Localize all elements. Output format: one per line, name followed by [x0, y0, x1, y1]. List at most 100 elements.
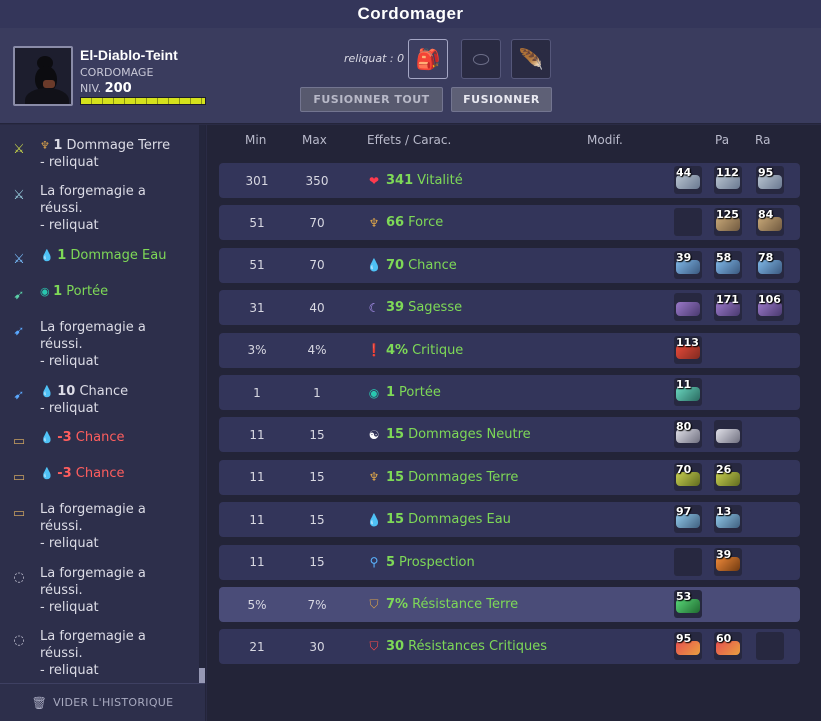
effect-cell: ⛉ 7% Résistance Terre — [366, 587, 518, 622]
table-row[interactable]: 31 40 ☾ 39 Sagesse 171 106 — [219, 290, 800, 326]
rune-button[interactable]: 95 — [674, 632, 702, 661]
feather-slot[interactable]: 🪶 — [511, 39, 551, 79]
rune-button[interactable] — [674, 547, 702, 576]
max-cell: 40 — [309, 300, 325, 315]
water-drop-icon: 💧 — [40, 249, 58, 262]
max-cell: 7% — [307, 597, 327, 612]
effect-cell: 💧 15 Dommages Eau — [366, 512, 511, 528]
min-cell: 3% — [247, 343, 267, 358]
table-row[interactable]: 301 350 ❤ 341 Vitalité 44 112 95 — [219, 163, 800, 198]
fusion-all-button[interactable]: FUSIONNER TOUT — [300, 87, 443, 112]
rune-button[interactable]: 60 — [714, 632, 742, 661]
avatar — [13, 46, 73, 106]
table-row[interactable]: 1 1 ◉ 1 Portée 11 — [219, 375, 800, 410]
rune-button[interactable]: 113 — [674, 335, 702, 364]
history-effect: ◉ 1 Portée — [40, 284, 109, 299]
history-text: La forgemagie a réussi. - reliquat — [40, 502, 146, 551]
rune-count: 125 — [716, 208, 739, 222]
rune-button[interactable] — [674, 208, 702, 237]
rune-count: 70 — [676, 462, 692, 476]
rune-button[interactable]: 125 — [714, 208, 742, 237]
title-bar: Cordomager — [0, 0, 821, 28]
table-row[interactable]: 3% 4% ❗ 4% Critique 113 — [219, 332, 800, 368]
rune-slot[interactable]: ⬭ — [461, 39, 501, 79]
ring-icon: ◌ — [13, 569, 25, 585]
xp-bar — [80, 97, 206, 105]
table-row[interactable]: 11 15 ⚲ 5 Prospection 39 — [219, 544, 800, 580]
table-row[interactable]: 11 15 ♆ 15 Dommages Terre 70 26 — [219, 459, 800, 495]
table-row[interactable]: 11 15 💧 15 Dommages Eau 97 13 — [219, 502, 800, 538]
clear-history-button[interactable]: 🗑 VIDER L'HISTORIQUE — [0, 683, 205, 721]
max-cell: 15 — [309, 470, 325, 485]
rune-button[interactable]: 84 — [756, 208, 784, 237]
history-effect: 💧 -3 Chance — [40, 466, 125, 481]
effect-cell: ♆ 66 Force — [366, 205, 444, 240]
critical-icon: ❗ — [366, 343, 382, 358]
rune-button[interactable]: 80 — [674, 420, 702, 449]
history-text: La forgemagie a réussi. - reliquat — [40, 566, 146, 615]
rune-count: 112 — [716, 166, 739, 179]
item-slot[interactable]: 🎒 — [408, 39, 448, 79]
rune-count: 171 — [716, 293, 739, 307]
rune-count: 97 — [676, 505, 692, 519]
rune-count: 113 — [676, 335, 699, 349]
table-row[interactable]: 5% 7% ⛉ 7% Résistance Terre 53 — [219, 587, 800, 622]
shield-earth-icon: ⛉ — [369, 597, 379, 611]
history-effect: 💧 1 Dommage Eau — [40, 248, 167, 263]
rune-count: 60 — [716, 632, 732, 646]
rune-button[interactable]: 26 — [714, 462, 742, 491]
table-row[interactable]: 21 30 ⛉ 30 Résistances Critiques 95 60 — [219, 629, 800, 665]
max-cell: 350 — [305, 173, 329, 188]
rune-count: 106 — [758, 293, 781, 307]
belt-icon: ▭ — [12, 505, 26, 521]
max-cell: 15 — [309, 555, 325, 570]
rune-button[interactable]: 112 — [714, 166, 742, 194]
history-effect: 💧 -3 Chance — [40, 430, 125, 445]
earth-icon: ♆ — [40, 139, 54, 152]
item-icon: 🎒 — [415, 47, 441, 71]
rune-button[interactable]: 171 — [714, 293, 742, 322]
rune-count: 58 — [716, 250, 732, 264]
rune-button[interactable]: 70 — [674, 462, 702, 491]
rune-count: 44 — [676, 166, 692, 179]
min-cell: 51 — [249, 258, 265, 273]
rune-button[interactable]: 44 — [674, 166, 702, 194]
fusion-button[interactable]: FUSIONNER — [451, 87, 552, 112]
rune-button[interactable] — [756, 632, 784, 661]
rune-button[interactable]: 39 — [674, 250, 702, 279]
rune-button[interactable]: 58 — [714, 250, 742, 279]
rune-button[interactable]: 11 — [674, 378, 702, 406]
history-effect: 💧 10 Chance - reliquat — [40, 384, 129, 416]
rune-button[interactable] — [674, 293, 702, 322]
rune-count: 13 — [716, 505, 732, 519]
bow-blue-icon: ➹ — [13, 387, 25, 403]
rune-button[interactable] — [714, 420, 742, 449]
max-cell: 15 — [309, 427, 325, 442]
history-text: La forgemagie a réussi. - reliquat — [40, 320, 146, 369]
min-cell: 31 — [249, 300, 265, 315]
rune-count: 80 — [676, 420, 692, 434]
rune-button[interactable]: 53 — [674, 590, 702, 618]
rune-button[interactable]: 78 — [756, 250, 784, 279]
table-row[interactable]: 51 70 ♆ 66 Force 125 84 — [219, 205, 800, 241]
rune-button[interactable]: 95 — [756, 166, 784, 194]
history-scrollbar[interactable] — [199, 125, 205, 683]
rune-button[interactable]: 106 — [756, 293, 784, 322]
max-cell: 70 — [309, 258, 325, 273]
window-title: Cordomager — [357, 4, 464, 23]
rune-button[interactable]: 39 — [714, 547, 742, 576]
min-cell: 11 — [249, 512, 265, 527]
bow-icon: ➹ — [13, 287, 25, 303]
sword-water-icon: ⚔ — [13, 251, 25, 267]
table-row[interactable]: 51 70 💧 70 Chance 39 58 78 — [219, 247, 800, 283]
min-cell: 1 — [253, 385, 261, 400]
header-modif: Modif. — [587, 133, 623, 147]
rune-button[interactable]: 13 — [714, 505, 742, 534]
rune-count: 78 — [758, 250, 774, 264]
effect-cell: 💧 70 Chance — [366, 257, 457, 273]
header-min: Min — [245, 133, 267, 147]
effect-cell: ❗ 4% Critique — [366, 342, 464, 358]
max-cell: 30 — [309, 639, 325, 654]
rune-button[interactable]: 97 — [674, 505, 702, 534]
table-row[interactable]: 11 15 ☯ 15 Dommages Neutre 80 — [219, 417, 800, 453]
